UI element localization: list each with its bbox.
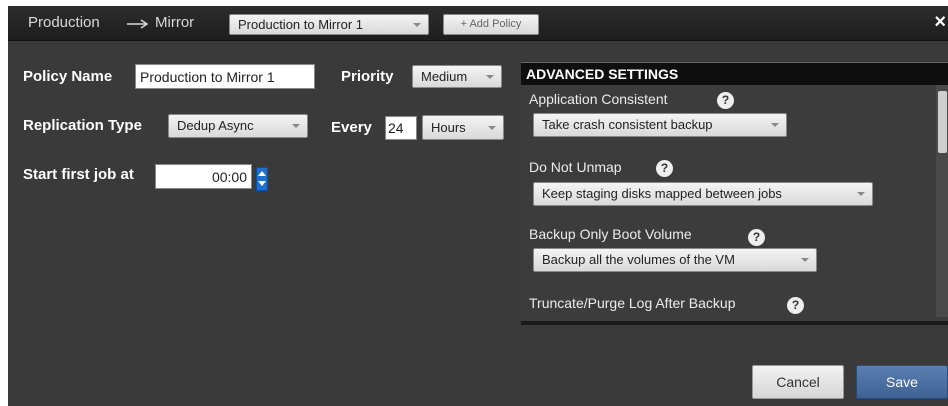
title-target: Mirror xyxy=(155,14,195,31)
chevron-down-icon xyxy=(488,125,496,130)
truncate-purge-log-label: Truncate/Purge Log After Backup xyxy=(529,295,736,311)
advanced-scrollbar-thumb[interactable] xyxy=(938,91,947,153)
policy-dialog: Production Mirror Production to Mirror 1… xyxy=(8,6,948,406)
chevron-down-icon xyxy=(292,124,300,128)
replication-type-value: Dedup Async xyxy=(177,118,254,133)
advanced-settings-panel: ADVANCED SETTINGS Application Consistent… xyxy=(521,62,948,325)
advanced-settings-heading: ADVANCED SETTINGS xyxy=(521,63,948,85)
chevron-down-icon xyxy=(857,192,865,196)
do-not-unmap-value: Keep staging disks mapped between jobs xyxy=(542,186,782,201)
do-not-unmap-dropdown[interactable]: Keep staging disks mapped between jobs xyxy=(533,182,873,206)
policy-select-dropdown[interactable]: Production to Mirror 1 xyxy=(229,14,429,35)
priority-label: Priority xyxy=(341,68,394,85)
stepper-down-icon[interactable] xyxy=(258,181,266,186)
do-not-unmap-label: Do Not Unmap xyxy=(529,159,622,175)
title-source: Production xyxy=(28,14,100,31)
every-label: Every xyxy=(331,119,372,136)
priority-value: Medium xyxy=(421,69,468,84)
every-unit-value: Hours xyxy=(431,120,466,135)
chevron-down-icon xyxy=(801,258,809,262)
application-consistent-dropdown[interactable]: Take crash consistent backup xyxy=(533,113,787,137)
stepper-up-icon[interactable] xyxy=(258,171,266,176)
question-icon[interactable]: ? xyxy=(748,229,765,246)
every-input[interactable] xyxy=(385,116,417,140)
chevron-down-icon xyxy=(486,74,494,79)
close-icon[interactable]: × xyxy=(934,11,946,34)
chevron-down-icon xyxy=(771,123,779,127)
application-consistent-value: Take crash consistent backup xyxy=(542,117,713,132)
replication-type-dropdown[interactable]: Dedup Async xyxy=(168,114,308,138)
priority-dropdown[interactable]: Medium xyxy=(412,65,502,88)
title-bar: Production Mirror Production to Mirror 1… xyxy=(8,6,948,41)
cancel-button[interactable]: Cancel xyxy=(752,365,844,399)
chevron-down-icon xyxy=(413,22,421,27)
application-consistent-label: Application Consistent xyxy=(529,91,668,107)
backup-only-boot-volume-dropdown[interactable]: Backup all the volumes of the VM xyxy=(533,248,817,272)
policy-select-value: Production to Mirror 1 xyxy=(238,17,363,32)
backup-only-boot-volume-value: Backup all the volumes of the VM xyxy=(542,252,735,267)
policy-name-input[interactable] xyxy=(135,64,315,89)
time-stepper[interactable] xyxy=(256,167,268,191)
right-arrow-icon xyxy=(127,19,149,29)
start-time-input[interactable] xyxy=(155,164,252,189)
question-icon[interactable]: ? xyxy=(717,92,734,109)
backup-only-boot-volume-label: Backup Only Boot Volume xyxy=(529,226,692,242)
save-button[interactable]: Save xyxy=(856,365,948,399)
replication-type-label: Replication Type xyxy=(23,117,142,134)
question-icon[interactable]: ? xyxy=(787,297,804,314)
add-policy-button[interactable]: + Add Policy xyxy=(443,14,539,35)
every-unit-dropdown[interactable]: Hours xyxy=(422,115,504,140)
policy-name-label: Policy Name xyxy=(23,68,113,85)
start-first-job-label: Start first job at xyxy=(23,166,134,183)
question-icon[interactable]: ? xyxy=(656,160,673,177)
